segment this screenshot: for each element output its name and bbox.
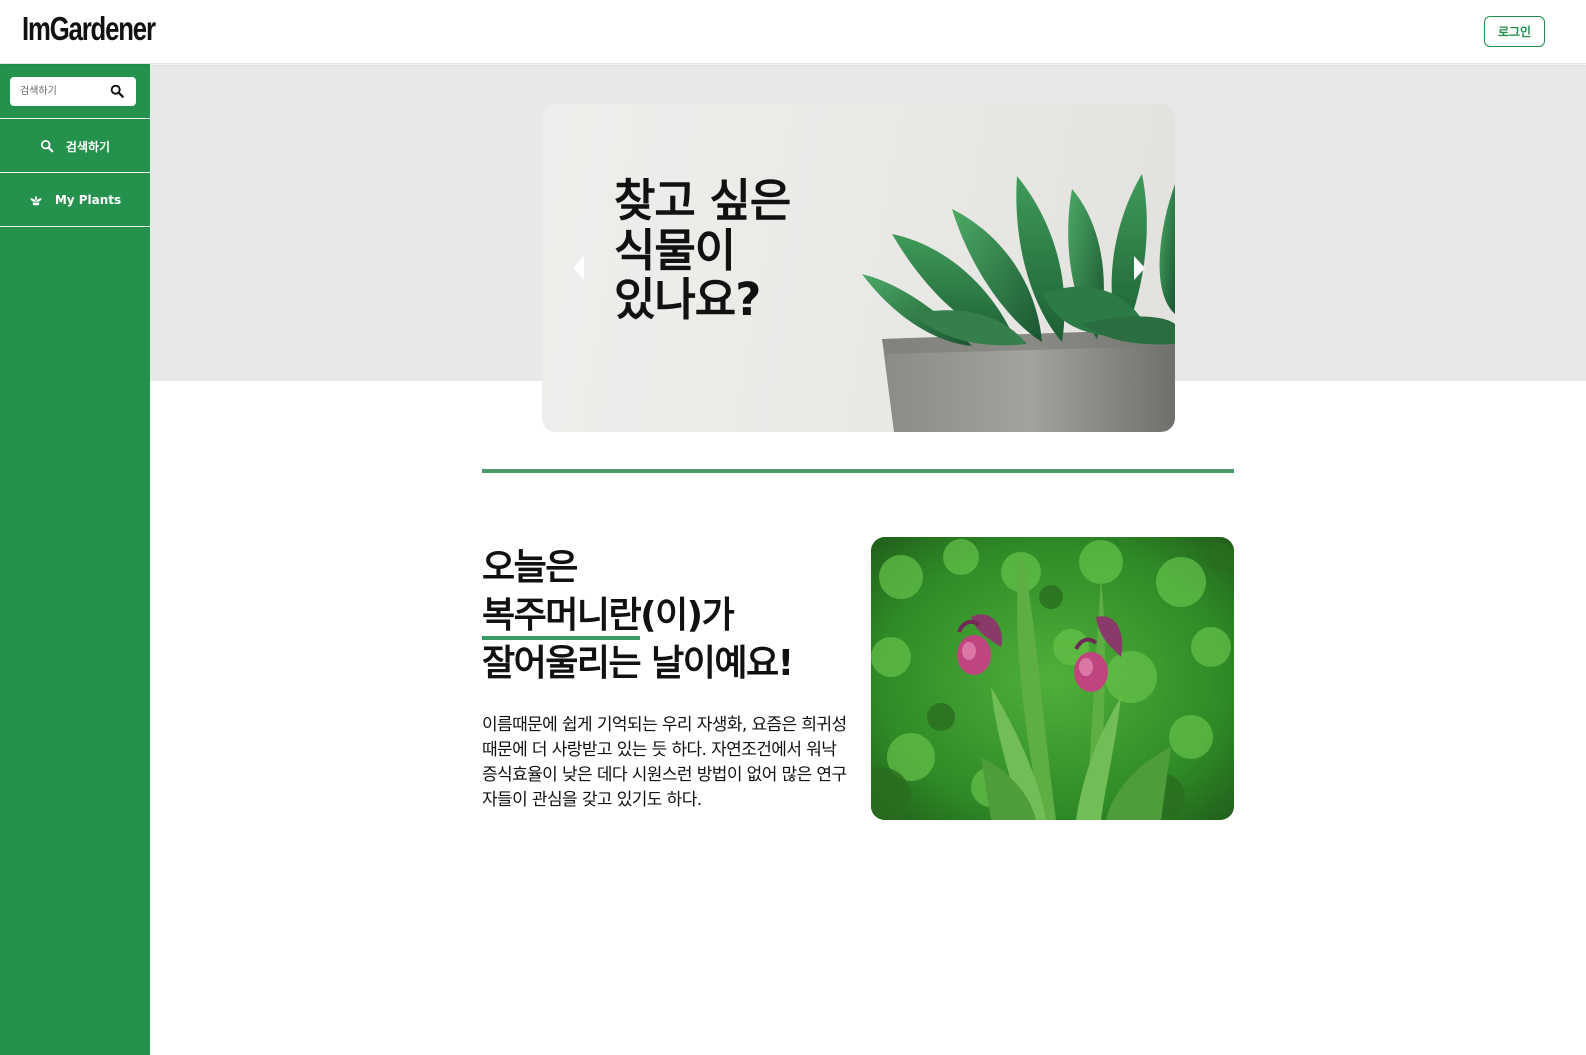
sidebar-item-label: 검색하기 <box>65 139 111 154</box>
heading-line: 오늘은 <box>482 547 578 588</box>
sidebar-item-search[interactable]: 검색하기 <box>0 118 150 173</box>
carousel-title-line: 식물이 <box>614 223 736 277</box>
section-divider <box>482 469 1234 473</box>
hero-carousel: 찾고 싶은 식물이 있나요? <box>542 104 1175 432</box>
heading-line: 복주머니란(이)가 <box>482 592 793 640</box>
plant-name[interactable]: 복주머니란 <box>482 595 642 640</box>
carousel-next-arrow-icon[interactable] <box>1130 254 1148 282</box>
sidebar-item-label: My Plants <box>54 192 122 207</box>
heading-suffix: (이)가 <box>640 595 735 636</box>
succulent-image <box>862 174 1175 432</box>
sidebar: 검색하기 My Plants <box>0 64 150 1055</box>
carousel-title-line: 찾고 싶은 <box>614 174 791 227</box>
carousel-title-line: 있나요? <box>614 273 761 326</box>
today-plant-heading: 오늘은 복주머니란(이)가 잘어울리는 날이예요! <box>482 544 794 688</box>
search-input[interactable] <box>10 78 102 105</box>
top-header: ImGardener 로그인 <box>0 0 1586 64</box>
heading-line: 잘어울리는 날이예요! <box>482 643 794 684</box>
sidebar-search <box>10 77 136 106</box>
app-logo[interactable]: ImGardener <box>22 10 156 48</box>
plant-icon <box>30 195 42 205</box>
plant-photo[interactable] <box>871 537 1234 820</box>
search-icon <box>40 139 54 153</box>
login-button[interactable]: 로그인 <box>1484 16 1545 47</box>
plant-description: 이름때문에 쉽게 기억되는 우리 자생화, 요즘은 희귀성 때문에 더 사랑받고… <box>482 715 847 810</box>
carousel-prev-arrow-icon[interactable] <box>570 254 588 282</box>
plant-photo-image <box>871 537 1234 820</box>
search-icon[interactable] <box>110 84 124 98</box>
sidebar-item-my-plants[interactable]: My Plants <box>0 172 150 227</box>
carousel-title: 찾고 싶은 식물이 있나요? <box>614 174 791 326</box>
